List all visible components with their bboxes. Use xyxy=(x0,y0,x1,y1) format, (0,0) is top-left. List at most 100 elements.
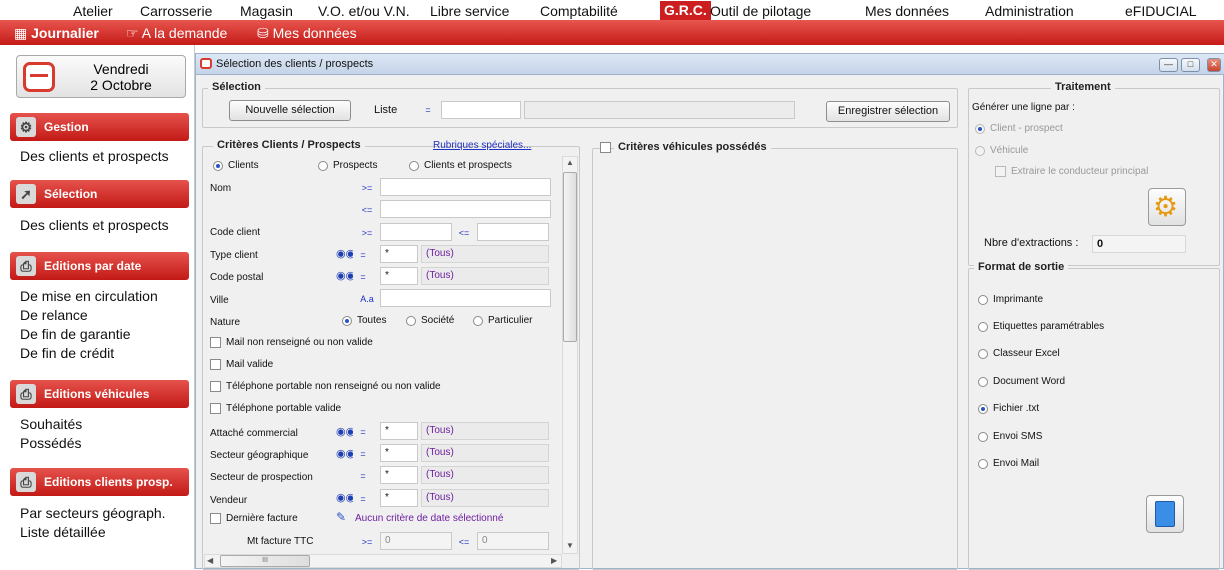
mt-facture-label: Mt facture TTC xyxy=(247,536,314,547)
link-gestion-clients[interactable]: Des clients et prospects xyxy=(20,148,169,164)
window-titlebar: Sélection des clients / prospects — □ ✕ xyxy=(196,54,1224,75)
tel-non-valide-label: Téléphone portable non renseigné ou non … xyxy=(226,381,441,392)
tab-journalier[interactable]: ▦ Journalier xyxy=(14,25,99,42)
code-postal-label: Code postal xyxy=(210,272,264,283)
radio-mail[interactable] xyxy=(978,459,988,469)
radio-etiquettes-label: Etiquettes paramétrables xyxy=(993,321,1105,332)
code-client-to-input[interactable] xyxy=(477,223,549,241)
radio-toutes[interactable] xyxy=(342,316,352,326)
radio-societe[interactable] xyxy=(406,316,416,326)
calendar-icon[interactable]: ✎ xyxy=(336,510,346,524)
scroll-left-icon[interactable]: ◀ xyxy=(207,556,213,565)
checkbox-mail-valide[interactable] xyxy=(210,359,221,370)
ville-input[interactable] xyxy=(380,289,551,307)
scroll-down-icon[interactable]: ▼ xyxy=(566,541,574,550)
calendar-icon xyxy=(23,62,55,92)
link-liste-detaillee[interactable]: Liste détaillée xyxy=(20,524,106,540)
section-editions-date[interactable]: ⎙ Editions par date xyxy=(10,252,189,280)
checkbox-tel-valide[interactable] xyxy=(210,403,221,414)
app-icon xyxy=(200,58,212,69)
radio-excel[interactable] xyxy=(978,349,988,359)
radio-sms-label: Envoi SMS xyxy=(993,431,1043,442)
menu-magasin[interactable]: Magasin xyxy=(240,3,293,19)
tab-mes-donnees[interactable]: ⛁ Mes données xyxy=(257,25,357,42)
secteur-geo-input[interactable]: * xyxy=(380,444,418,462)
vendeur-input[interactable]: * xyxy=(380,489,418,507)
criteres-hscroll-thumb[interactable]: III xyxy=(220,555,310,567)
radio-prospects[interactable] xyxy=(318,161,328,171)
checkbox-mail-non-valide[interactable] xyxy=(210,337,221,348)
notepad-button[interactable] xyxy=(1146,495,1184,533)
menu-efiducial[interactable]: eFIDUCIAL xyxy=(1125,3,1197,19)
radio-sms[interactable] xyxy=(978,432,988,442)
scroll-right-icon[interactable]: ▶ xyxy=(551,556,557,565)
radio-clients-prospects[interactable] xyxy=(409,161,419,171)
radio-imprimante[interactable] xyxy=(978,295,988,305)
criteres-vehicules-label: Critères véhicules possédés xyxy=(614,141,771,153)
date-date: 2 Octobre xyxy=(90,77,152,93)
top-menu: Atelier Carrosserie Magasin V.O. et/ou V… xyxy=(0,0,1224,20)
nom-from-input[interactable] xyxy=(380,178,551,196)
gear-button[interactable]: ⚙ xyxy=(1148,188,1186,226)
rubriques-speciales-link[interactable]: Rubriques spéciales... xyxy=(433,140,531,151)
traitement-label: Traitement xyxy=(1051,81,1115,93)
link-fin-garantie[interactable]: De fin de garantie xyxy=(20,326,131,342)
restore-button[interactable]: □ xyxy=(1181,58,1200,72)
radio-client-prospect[interactable] xyxy=(975,124,985,134)
menu-atelier[interactable]: Atelier xyxy=(73,3,113,19)
menu-vo-vn[interactable]: V.O. et/ou V.N. xyxy=(318,3,410,19)
radio-clients[interactable] xyxy=(213,161,223,171)
section-editions-clients[interactable]: ⎙ Editions clients prosp. xyxy=(10,468,189,496)
section-editions-vehicules[interactable]: ⎙ Editions véhicules xyxy=(10,380,189,408)
save-selection-button[interactable]: Enregistrer sélection xyxy=(826,101,950,122)
code-postal-input[interactable]: * xyxy=(380,267,418,285)
vendeur-op: = xyxy=(353,490,373,508)
menu-libre-service[interactable]: Libre service xyxy=(430,3,509,19)
menu-mes-donnees[interactable]: Mes données xyxy=(865,3,949,19)
scroll-up-icon[interactable]: ▲ xyxy=(566,158,574,167)
secteur-prosp-input[interactable]: * xyxy=(380,466,418,484)
link-selection-clients[interactable]: Des clients et prospects xyxy=(20,217,169,233)
link-secteurs-geograph[interactable]: Par secteurs géograph. xyxy=(20,505,166,521)
radio-vehicule[interactable] xyxy=(975,146,985,156)
menu-grc[interactable]: G.R.C. xyxy=(660,1,711,20)
mail-valide-label: Mail valide xyxy=(226,359,274,370)
link-fin-credit[interactable]: De fin de crédit xyxy=(20,345,114,361)
menu-outil-pilotage[interactable]: Outil de pilotage xyxy=(710,3,811,19)
checkbox-tel-non-valide[interactable] xyxy=(210,381,221,392)
printer-icon: ⎙ xyxy=(16,384,36,404)
tab-a-la-demande[interactable]: ☞ A la demande xyxy=(126,25,227,42)
attache-input[interactable]: * xyxy=(380,422,418,440)
date-button[interactable]: Vendredi 2 Octobre xyxy=(16,55,186,98)
link-souhaites[interactable]: Souhaités xyxy=(20,416,82,432)
menu-administration[interactable]: Administration xyxy=(985,3,1074,19)
printer-icon: ⎙ xyxy=(16,256,36,276)
menu-carrosserie[interactable]: Carrosserie xyxy=(140,3,212,19)
section-selection[interactable]: ➚ Sélection xyxy=(10,180,189,208)
section-gestion[interactable]: ⚙ Gestion xyxy=(10,113,189,141)
checkbox-vehicules[interactable] xyxy=(600,142,611,153)
radio-etiquettes[interactable] xyxy=(978,322,988,332)
attache-value: (Tous) xyxy=(421,422,549,440)
criteres-vscroll-thumb[interactable] xyxy=(563,172,577,342)
link-relance[interactable]: De relance xyxy=(20,307,88,323)
minimize-button[interactable]: — xyxy=(1159,58,1178,72)
liste-input[interactable] xyxy=(441,101,521,119)
mt-facture-from-input[interactable]: 0 xyxy=(380,532,452,550)
radio-word[interactable] xyxy=(978,377,988,387)
mt-facture-to-input[interactable]: 0 xyxy=(477,532,549,550)
radio-fichier-txt[interactable] xyxy=(978,404,988,414)
link-possedes[interactable]: Possédés xyxy=(20,435,81,451)
radio-particulier[interactable] xyxy=(473,316,483,326)
liste-op: = xyxy=(418,101,438,119)
checkbox-extraire-conducteur[interactable] xyxy=(995,166,1006,177)
code-client-from-input[interactable] xyxy=(380,223,452,241)
type-client-input[interactable]: * xyxy=(380,245,418,263)
close-button[interactable]: ✕ xyxy=(1207,58,1221,72)
menu-comptabilite[interactable]: Comptabilité xyxy=(540,3,618,19)
link-mise-circulation[interactable]: De mise en circulation xyxy=(20,288,158,304)
tel-valide-label: Téléphone portable valide xyxy=(226,403,342,414)
nom-to-input[interactable] xyxy=(380,200,551,218)
checkbox-derniere-facture[interactable] xyxy=(210,513,221,524)
new-selection-button[interactable]: Nouvelle sélection xyxy=(229,100,351,121)
